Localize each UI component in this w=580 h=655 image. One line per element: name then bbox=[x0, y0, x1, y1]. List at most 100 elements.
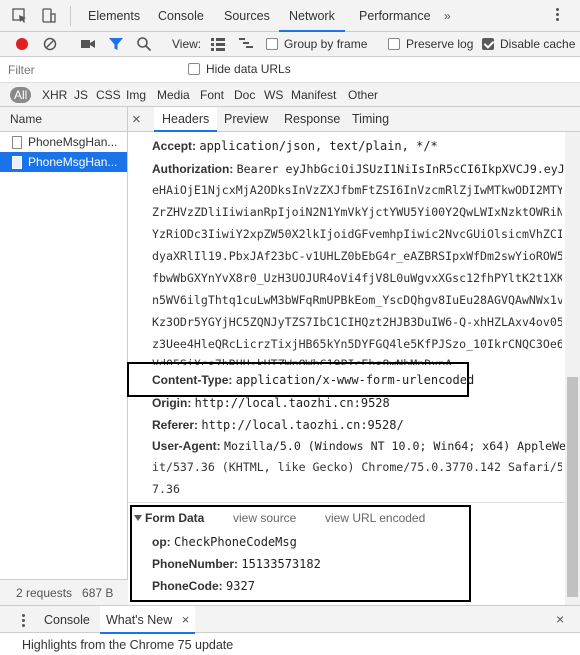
header-key: Accept: bbox=[152, 139, 197, 153]
hide-data-urls-checkbox[interactable]: Hide data URLs bbox=[188, 62, 291, 76]
auth-line: z3Uee4HleQRcLicrzTixjHB65kYn5DYFGQ4le5Kf… bbox=[152, 337, 562, 351]
highlight-box-form-data bbox=[130, 505, 471, 602]
header-accept: Accept: application/json, text/plain, */… bbox=[152, 136, 438, 156]
drawer-tab-console[interactable]: Console bbox=[44, 606, 90, 634]
highlight-box-content-type bbox=[127, 362, 469, 397]
type-doc[interactable]: Doc bbox=[234, 87, 255, 103]
preserve-log-checkbox[interactable]: Preserve log bbox=[388, 37, 473, 51]
checkbox-checked[interactable] bbox=[482, 38, 494, 50]
header-value: application/json, text/plain, */* bbox=[199, 139, 438, 153]
close-icon[interactable]: × bbox=[182, 612, 190, 627]
network-toolbar: View: Group by frame Preserve log Disabl… bbox=[0, 32, 580, 57]
type-font[interactable]: Font bbox=[200, 87, 224, 103]
request-list: Name PhoneMsgHan... PhoneMsgHan... 2 req… bbox=[0, 107, 128, 605]
document-icon bbox=[12, 136, 22, 149]
status-bar: 2 requests 687 B bbox=[0, 579, 128, 605]
header-value: http://local.taozhi.cn:9528/ bbox=[201, 418, 404, 432]
auth-line: eHAiOjE1NjcxMjA2ODksInVzZXJfbmFtZSI6InVz… bbox=[152, 183, 562, 197]
kebab-menu-icon[interactable] bbox=[556, 8, 559, 23]
request-row[interactable]: PhoneMsgHan... bbox=[0, 132, 127, 152]
search-icon[interactable] bbox=[136, 36, 152, 52]
auth-line: dyaXRlIl19.PbxJAf23bC-v1UHLZ0bEbG4r_eAZB… bbox=[152, 249, 562, 263]
request-name: PhoneMsgHan... bbox=[28, 135, 118, 149]
header-value: Mozilla/5.0 (Windows NT 10.0; Win64; x64… bbox=[224, 439, 565, 453]
section-divider bbox=[128, 502, 565, 503]
tab-performance[interactable]: Performance bbox=[349, 0, 441, 32]
type-xhr[interactable]: XHR bbox=[42, 87, 67, 103]
type-img[interactable]: Img bbox=[126, 87, 146, 103]
tab-network[interactable]: Network bbox=[279, 0, 345, 32]
header-referer: Referer: http://local.taozhi.cn:9528/ bbox=[152, 415, 404, 435]
preserve-log-label: Preserve log bbox=[406, 37, 474, 51]
auth-line: YzRiODc3IiwiY2xpZW50X2lkIjoidGFvemhpIiwi… bbox=[152, 227, 562, 241]
view-label: View: bbox=[172, 37, 202, 51]
more-tabs-button[interactable]: » bbox=[444, 9, 451, 23]
header-key: User-Agent: bbox=[152, 439, 221, 453]
type-css[interactable]: CSS bbox=[96, 87, 121, 103]
divider bbox=[70, 6, 71, 26]
request-row-selected[interactable]: PhoneMsgHan... bbox=[0, 152, 127, 172]
header-value: Bearer eyJhbGciOiJSUzI1NiIsInR5cCI6IkpXV… bbox=[236, 162, 565, 176]
checkbox[interactable] bbox=[266, 38, 278, 50]
header-authorization: Authorization: Bearer eyJhbGciOiJSUzI1Ni… bbox=[152, 159, 565, 179]
header-value: http://local.taozhi.cn:9528 bbox=[194, 396, 390, 410]
auth-line: Kz3ODr5YGYjHC5ZQNJyTZS7IbC1CIHQzt2HJB3Du… bbox=[152, 315, 562, 329]
tab-response[interactable]: Response bbox=[276, 107, 348, 132]
devtools-tabbar: Elements Console Sources Network Perform… bbox=[0, 0, 580, 32]
user-agent-line: it/537.36 (KHTML, like Gecko) Chrome/75.… bbox=[152, 460, 562, 474]
inspect-element-icon[interactable] bbox=[12, 8, 28, 24]
auth-line: ZrZHVzZDliIiwianRpIjoiN2N1YmVkYjctYWU5Yi… bbox=[152, 205, 562, 219]
drawer-tabbar: Console What's New × × bbox=[0, 605, 580, 634]
type-manifest[interactable]: Manifest bbox=[291, 87, 336, 103]
record-icon[interactable] bbox=[14, 36, 30, 52]
whats-new-highlights: Highlights from the Chrome 75 update bbox=[22, 638, 234, 652]
clear-icon[interactable] bbox=[42, 36, 58, 52]
header-user-agent: User-Agent: Mozilla/5.0 (Windows NT 10.0… bbox=[152, 436, 565, 456]
request-name: PhoneMsgHan... bbox=[28, 155, 118, 169]
drawer-menu-icon[interactable] bbox=[22, 614, 25, 629]
disable-cache-checkbox[interactable]: Disable cache bbox=[482, 37, 575, 51]
drawer-tab-whats-new[interactable]: What's New × bbox=[100, 606, 196, 634]
type-media[interactable]: Media bbox=[157, 87, 190, 103]
filter-bar: Hide data URLs bbox=[0, 57, 580, 83]
request-count: 2 requests bbox=[16, 586, 73, 600]
tab-timing[interactable]: Timing bbox=[344, 107, 397, 132]
header-key: Authorization: bbox=[152, 162, 234, 176]
filter-icon[interactable] bbox=[108, 36, 124, 52]
type-js[interactable]: JS bbox=[74, 87, 88, 103]
type-other[interactable]: Other bbox=[348, 87, 378, 103]
scrollbar[interactable] bbox=[565, 132, 580, 605]
header-key: Origin: bbox=[152, 396, 192, 410]
group-by-frame-checkbox[interactable]: Group by frame bbox=[266, 37, 367, 51]
auth-line: n5WV6ilgThtq1cuLwM3bWFqRmUPBkEom_YscDQhg… bbox=[152, 293, 562, 307]
auth-line: fbwWbGXYnYvX8r0_UzH3UOJUR4oVi4fjV8L0uWgv… bbox=[152, 271, 562, 285]
transfer-size: 687 B bbox=[82, 586, 114, 600]
user-agent-line: 7.36 bbox=[152, 482, 180, 496]
detail-tabs: × Headers Preview Response Timing bbox=[128, 107, 580, 132]
tab-elements[interactable]: Elements bbox=[78, 0, 150, 32]
hide-data-urls-label: Hide data URLs bbox=[206, 62, 291, 76]
close-drawer-icon[interactable]: × bbox=[556, 611, 564, 627]
resource-type-filters: All XHR JS CSS Img Media Font Doc WS Man… bbox=[0, 83, 580, 107]
large-rows-icon[interactable] bbox=[210, 37, 226, 51]
close-icon[interactable]: × bbox=[128, 107, 146, 132]
tab-console[interactable]: Console bbox=[148, 0, 214, 32]
waterfall-icon[interactable] bbox=[238, 37, 254, 51]
video-camera-icon[interactable] bbox=[80, 37, 96, 51]
device-toolbar-icon[interactable] bbox=[40, 8, 56, 24]
tab-sources[interactable]: Sources bbox=[214, 0, 280, 32]
group-by-frame-label: Group by frame bbox=[284, 37, 368, 51]
header-key: Referer: bbox=[152, 418, 199, 432]
scrollbar-thumb[interactable] bbox=[567, 377, 578, 597]
tab-preview[interactable]: Preview bbox=[216, 107, 276, 132]
document-icon bbox=[12, 156, 22, 169]
name-column-header[interactable]: Name bbox=[0, 107, 127, 132]
checkbox[interactable] bbox=[188, 63, 200, 75]
type-all[interactable]: All bbox=[10, 87, 32, 103]
filter-input[interactable] bbox=[8, 61, 176, 79]
drawer-tab-label: What's New bbox=[106, 613, 173, 627]
tab-headers[interactable]: Headers bbox=[154, 107, 218, 132]
checkbox[interactable] bbox=[388, 38, 400, 50]
disable-cache-label: Disable cache bbox=[500, 37, 576, 51]
type-ws[interactable]: WS bbox=[264, 87, 283, 103]
